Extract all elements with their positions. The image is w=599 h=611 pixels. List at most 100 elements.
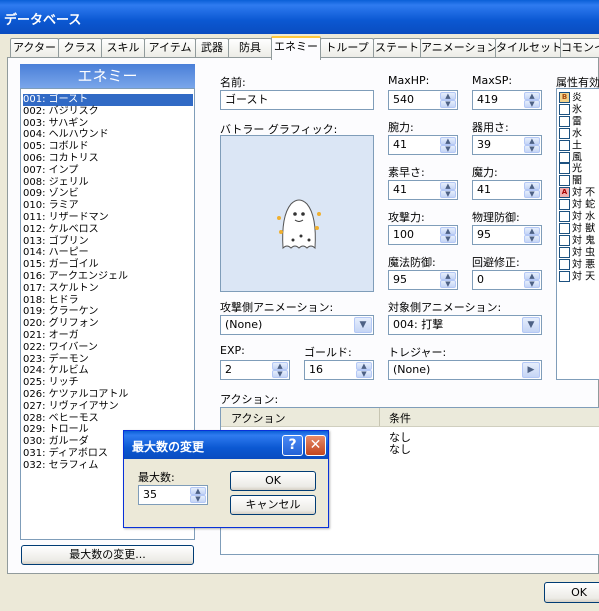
element-checkbox[interactable] xyxy=(559,258,570,270)
enemy-list-item[interactable]: 020: グリフォン xyxy=(23,318,193,330)
max-count-input[interactable]: 35 ▲ ▼ xyxy=(138,485,208,505)
spin-down-icon[interactable]: ▼ xyxy=(524,235,540,243)
pdef-spinner[interactable]: ▲ ▼ xyxy=(524,227,540,243)
spin-down-icon[interactable]: ▼ xyxy=(190,495,206,503)
target-anim-select[interactable]: 004: 打撃 ▼ xyxy=(388,315,542,335)
ok-button[interactable]: OK xyxy=(544,582,599,603)
exp-spinner[interactable]: ▲ ▼ xyxy=(272,362,288,378)
element-item[interactable]: 光 xyxy=(559,163,582,175)
enemy-list-item[interactable]: 022: ワイバーン xyxy=(23,342,193,354)
mdef-spinner[interactable]: ▲ ▼ xyxy=(440,272,456,288)
battler-graphic[interactable] xyxy=(220,135,374,292)
element-checkbox[interactable] xyxy=(559,246,570,258)
element-item[interactable]: 対 天 xyxy=(559,270,595,283)
enemy-list-item[interactable]: 005: コボルド xyxy=(23,141,193,153)
enemy-list-item[interactable]: 012: ケルベロス xyxy=(23,224,193,236)
element-item[interactable]: 氷 xyxy=(559,103,582,116)
spin-up-icon[interactable]: ▲ xyxy=(524,227,540,235)
element-checkbox[interactable] xyxy=(559,103,570,115)
enemy-list-item[interactable]: 009: ゾンビ xyxy=(23,188,193,200)
element-checkbox[interactable] xyxy=(559,175,570,187)
element-item[interactable]: 雷 xyxy=(559,115,582,128)
spin-up-icon[interactable]: ▲ xyxy=(272,362,288,370)
spin-down-icon[interactable]: ▼ xyxy=(440,190,456,198)
enemy-list-item[interactable]: 010: ラミア xyxy=(23,200,193,212)
enemy-list-item[interactable]: 017: スケルトン xyxy=(23,283,193,295)
dialog-cancel-button[interactable]: キャンセル xyxy=(230,495,316,515)
enemy-list-item[interactable]: 025: リッチ xyxy=(23,377,193,389)
spin-down-icon[interactable]: ▼ xyxy=(356,370,372,378)
enemy-list-item[interactable]: 019: クラーケン xyxy=(23,306,193,318)
tab-item[interactable]: ステート xyxy=(373,38,421,58)
tab-item[interactable]: クラス xyxy=(58,38,102,58)
dialog-ok-button[interactable]: OK xyxy=(230,471,316,491)
enemy-list-item[interactable]: 021: オーガ xyxy=(23,330,193,342)
spin-up-icon[interactable]: ▲ xyxy=(440,227,456,235)
int-input[interactable]: 41 ▲ ▼ xyxy=(472,180,542,200)
spin-up-icon[interactable]: ▲ xyxy=(356,362,372,370)
element-checkbox[interactable] xyxy=(559,211,570,222)
spin-up-icon[interactable]: ▲ xyxy=(524,272,540,280)
mdef-input[interactable]: 95 ▲ ▼ xyxy=(388,270,458,290)
spin-up-icon[interactable]: ▲ xyxy=(524,182,540,190)
element-checkbox[interactable] xyxy=(559,222,570,234)
enemy-list-item[interactable]: 015: ガーゴイル xyxy=(23,259,193,271)
tab-item[interactable]: アクター xyxy=(10,38,59,58)
element-item[interactable]: 水 xyxy=(559,127,582,140)
enemy-list-item[interactable]: 018: ヒドラ xyxy=(23,295,193,307)
spin-down-icon[interactable]: ▼ xyxy=(440,235,456,243)
str-spinner[interactable]: ▲ ▼ xyxy=(440,137,456,153)
spin-up-icon[interactable]: ▲ xyxy=(440,182,456,190)
spin-up-icon[interactable]: ▲ xyxy=(190,487,206,495)
attack-anim-select[interactable]: (None) ▼ xyxy=(220,315,374,335)
spin-up-icon[interactable]: ▲ xyxy=(440,137,456,145)
spin-down-icon[interactable]: ▼ xyxy=(440,145,456,153)
tab-item[interactable]: スキル xyxy=(101,38,145,58)
agi-input[interactable]: 41 ▲ ▼ xyxy=(388,180,458,200)
action-column-header[interactable]: アクション xyxy=(231,410,285,426)
spin-down-icon[interactable]: ▼ xyxy=(440,280,456,288)
element-item[interactable]: B炎 xyxy=(559,92,582,104)
enemy-list-item[interactable]: 013: ゴブリン xyxy=(23,236,193,248)
atk-input[interactable]: 100 ▲ ▼ xyxy=(388,225,458,245)
maxhp-spinner[interactable]: ▲ ▼ xyxy=(440,92,456,108)
spin-down-icon[interactable]: ▼ xyxy=(524,190,540,198)
tab-item[interactable]: アイテム xyxy=(144,38,196,58)
enemy-list-item[interactable]: 007: インプ xyxy=(23,165,193,177)
spin-down-icon[interactable]: ▼ xyxy=(524,100,540,108)
chevron-down-icon[interactable]: ▼ xyxy=(354,317,372,333)
element-checkbox[interactable] xyxy=(559,139,570,151)
elements-list[interactable]: B炎氷雷水土風光闇A対 不対 蛇対 水対 獣対 鬼対 虫対 悪対 天 xyxy=(556,88,599,380)
tab-item[interactable]: トループ xyxy=(320,38,374,58)
eva-spinner[interactable]: ▲ ▼ xyxy=(524,272,540,288)
spin-down-icon[interactable]: ▼ xyxy=(272,370,288,378)
element-checkbox[interactable] xyxy=(559,234,570,246)
int-spinner[interactable]: ▲ ▼ xyxy=(524,182,540,198)
spin-up-icon[interactable]: ▲ xyxy=(440,92,456,100)
element-item[interactable]: 対 虫 xyxy=(559,246,595,259)
element-item[interactable]: 対 蛇 xyxy=(559,199,595,211)
enemy-list-item[interactable]: 002: バジリスク xyxy=(23,106,193,118)
enemy-list-item[interactable]: 003: サハギン xyxy=(23,118,193,130)
spin-down-icon[interactable]: ▼ xyxy=(524,145,540,153)
element-item[interactable]: 闇 xyxy=(559,175,582,187)
tab-item[interactable]: タイルセット xyxy=(495,38,561,58)
element-item[interactable]: 土 xyxy=(559,139,582,152)
element-checkbox[interactable]: B xyxy=(559,92,570,103)
gold-spinner[interactable]: ▲ ▼ xyxy=(356,362,372,378)
element-item[interactable]: 対 鬼 xyxy=(559,234,595,247)
element-item[interactable]: 対 獣 xyxy=(559,222,595,235)
tab-item[interactable]: エネミー xyxy=(271,36,321,60)
tab-item[interactable]: アニメーション xyxy=(420,38,496,58)
maxhp-input[interactable]: 540 ▲ ▼ xyxy=(388,90,458,110)
maxsp-spinner[interactable]: ▲ ▼ xyxy=(524,92,540,108)
name-input[interactable]: ゴースト xyxy=(220,90,374,110)
spin-up-icon[interactable]: ▲ xyxy=(524,137,540,145)
element-item[interactable]: 対 水 xyxy=(559,211,595,223)
gold-input[interactable]: 16 ▲ ▼ xyxy=(304,360,374,380)
enemy-list-item[interactable]: 024: ケルビム xyxy=(23,365,193,377)
pdef-input[interactable]: 95 ▲ ▼ xyxy=(472,225,542,245)
maxsp-input[interactable]: 419 ▲ ▼ xyxy=(472,90,542,110)
spin-down-icon[interactable]: ▼ xyxy=(440,100,456,108)
treasure-field[interactable]: (None) ▶ xyxy=(388,360,542,380)
